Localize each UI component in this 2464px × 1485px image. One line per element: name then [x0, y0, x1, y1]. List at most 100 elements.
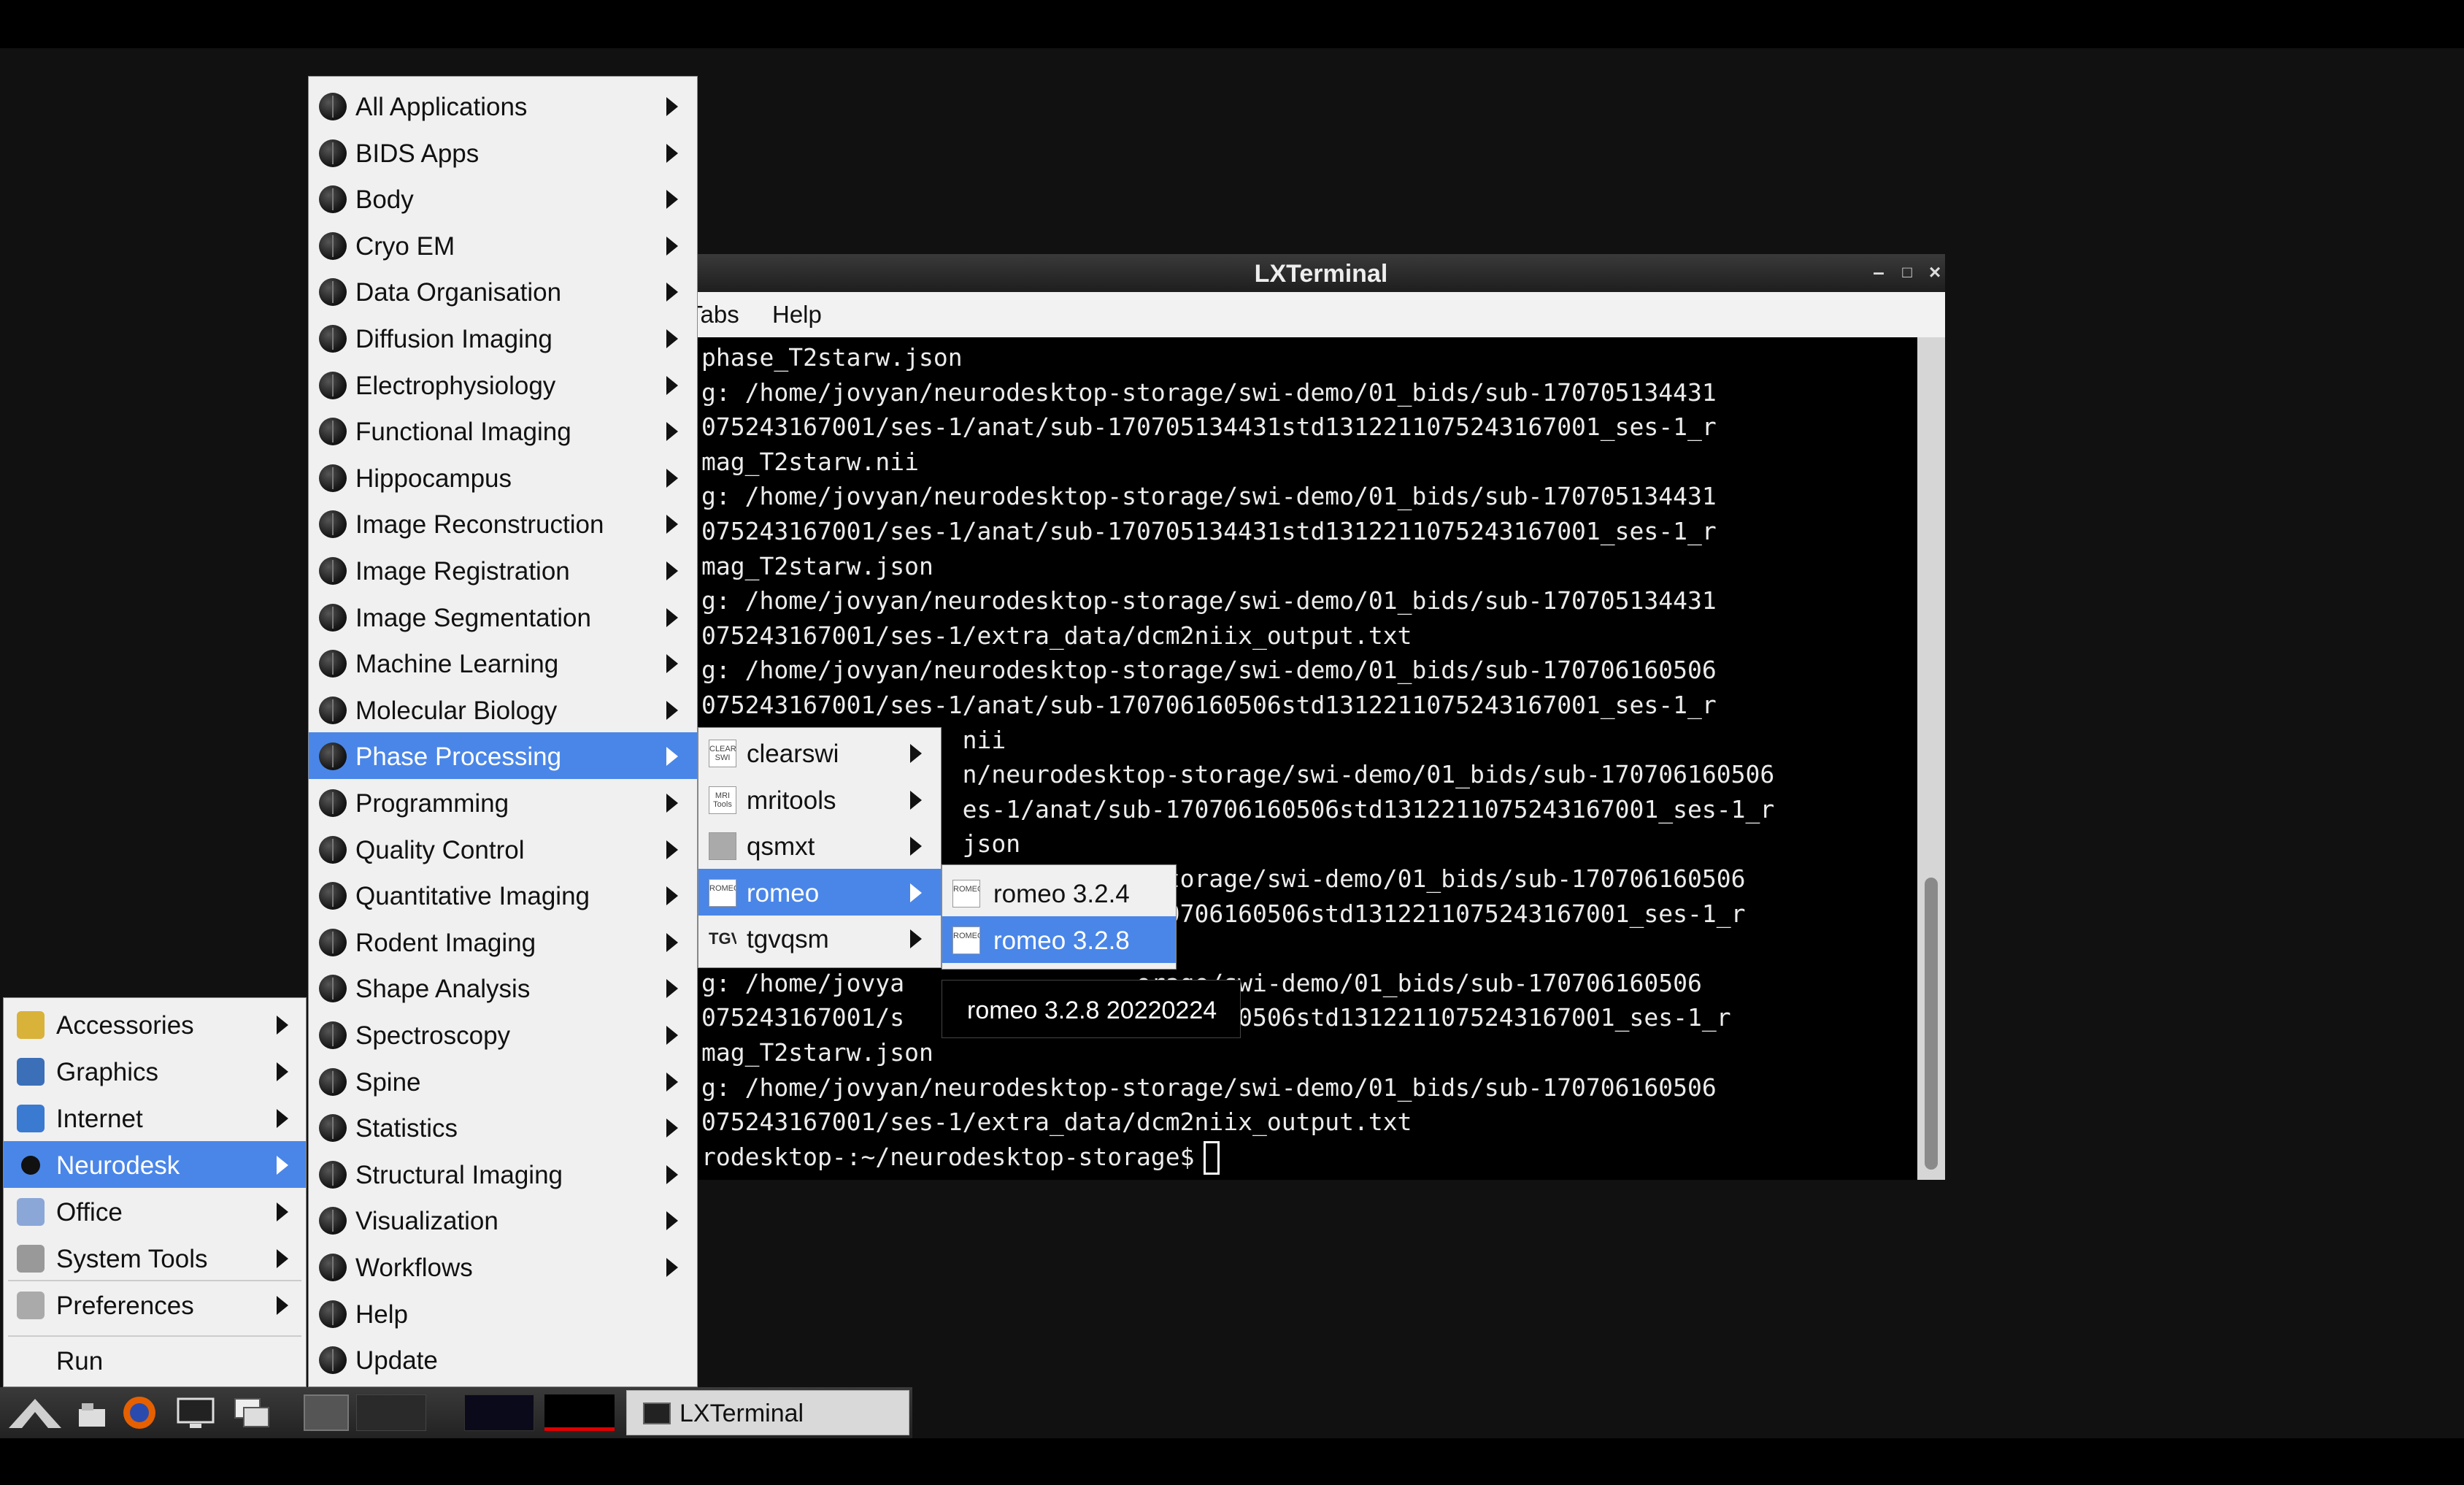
menu-item-label: Image Reconstruction: [355, 510, 604, 540]
brain-icon: [319, 185, 347, 214]
neurodesk-menu-item-spine[interactable]: Spine: [309, 1058, 697, 1105]
menu-item-label: Diffusion Imaging: [355, 325, 553, 353]
neurodesk-menu-item-rodent-imaging[interactable]: Rodent Imaging: [309, 918, 697, 965]
menu-item-label: All Applications: [355, 93, 528, 121]
neurodesk-menu-item-update[interactable]: Update: [309, 1336, 697, 1383]
maximize-icon[interactable]: □: [1896, 261, 1918, 283]
firefox-icon[interactable]: [121, 1394, 158, 1431]
chevron-right-icon: [666, 607, 678, 627]
neurodesk-menu-item-quality-control[interactable]: Quality Control: [309, 826, 697, 872]
app-menu-item-run[interactable]: Run: [4, 1337, 306, 1384]
brain-icon: [319, 603, 347, 632]
menu-launcher-icon[interactable]: [6, 1394, 64, 1431]
desktop-pager-1[interactable]: [304, 1394, 349, 1431]
phase-menu-item-tgvqsm[interactable]: TGV tgvqsm: [698, 915, 941, 962]
romeo-menu-item-romeo-3-2-8[interactable]: ROMEO romeo 3.2.8: [942, 916, 1176, 963]
neurodesk-menu-item-visualization[interactable]: Visualization: [309, 1197, 697, 1243]
menu-help[interactable]: Help: [772, 301, 822, 329]
phase-menu-item-qsmxt[interactable]: qsmxt: [698, 822, 941, 869]
neurodesk-menu-item-functional-imaging[interactable]: Functional Imaging: [309, 407, 697, 454]
neurodesk-menu-item-spectroscopy[interactable]: Spectroscopy: [309, 1011, 697, 1058]
neurodesk-menu-item-diffusion-imaging[interactable]: Diffusion Imaging: [309, 315, 697, 361]
neurodesk-menu-item-image-registration[interactable]: Image Registration: [309, 547, 697, 594]
brain-icon: [319, 1114, 347, 1143]
preferences-icon: [17, 1292, 45, 1319]
neurodesk-menu-item-shape-analysis[interactable]: Shape Analysis: [309, 964, 697, 1011]
desktop-pager-2[interactable]: [356, 1394, 426, 1431]
romeo-icon: ROMEO: [952, 880, 980, 908]
desktop-pager-3[interactable]: [464, 1394, 534, 1431]
neurodesk-menu-item-image-segmentation[interactable]: Image Segmentation: [309, 594, 697, 640]
chevron-right-icon: [666, 97, 678, 116]
menu-item-label: Body: [355, 185, 414, 215]
phase-menu-item-romeo[interactable]: ROMEO romeo: [698, 868, 941, 916]
menu-item-label: Phase Processing: [355, 742, 562, 772]
brain-icon: [319, 975, 347, 1003]
chevron-right-icon: [666, 700, 678, 720]
terminal-line: 075243167001/ses-1/extra_data/dcm2niix_o…: [701, 621, 1412, 650]
lxterminal-window[interactable]: LXTerminal – □ × Tabs Help phase_T2starw…: [688, 254, 1945, 1180]
neurodesk-menu-item-body[interactable]: Body: [309, 175, 697, 222]
menu-item-label: Office: [56, 1198, 123, 1227]
app-menu-item-accessories[interactable]: Accessories: [4, 1001, 306, 1048]
neurodesk-menu-item-quantitative-imaging[interactable]: Quantitative Imaging: [309, 872, 697, 918]
menu-item-label: clearswi: [747, 740, 839, 768]
terminal-cursor: [1203, 1141, 1220, 1175]
terminal-prompt: rodesktop-:~/neurodesktop-storage$: [701, 1140, 1220, 1175]
taskbar-task-label: LXTerminal: [679, 1400, 804, 1427]
app-menu-item-internet[interactable]: Internet: [4, 1094, 306, 1141]
neurodesk-menu-item-hippocampus[interactable]: Hippocampus: [309, 454, 697, 501]
window-titlebar[interactable]: LXTerminal – □ ×: [697, 254, 1945, 292]
phase-processing-submenu: CLEAR SWI clearswi MRI Tools mritools qsmxt R…: [698, 727, 942, 968]
taskbar: LXTerminal: [0, 1387, 912, 1438]
menu-item-label: Quantitative Imaging: [355, 882, 590, 911]
chevron-right-icon: [910, 837, 922, 856]
neurodesk-menu-item-all-applications[interactable]: All Applications: [309, 82, 697, 129]
file-manager-icon[interactable]: [76, 1394, 108, 1431]
minimize-icon[interactable]: –: [1868, 261, 1890, 283]
neurodesk-menu-item-workflows[interactable]: Workflows: [309, 1243, 697, 1290]
chevron-right-icon: [666, 561, 678, 580]
romeo-menu-item-romeo-3-2-4[interactable]: ROMEO romeo 3.2.4: [942, 870, 1176, 916]
app-menu-item-preferences[interactable]: Preferences: [4, 1281, 306, 1328]
neurodesk-menu-item-data-organisation[interactable]: Data Organisation: [309, 268, 697, 315]
romeo-icon: ROMEO: [709, 878, 736, 907]
neurodesk-menu-item-phase-processing[interactable]: Phase Processing: [309, 732, 697, 780]
app-menu-item-neurodesk[interactable]: Neurodesk: [4, 1141, 306, 1188]
chevron-right-icon: [277, 1109, 288, 1128]
menu-item-label: Image Segmentation: [355, 603, 591, 632]
neurodesk-menu-item-image-reconstruction[interactable]: Image Reconstruction: [309, 500, 697, 547]
scrollbar-thumb[interactable]: [1925, 878, 1938, 1170]
neurodesk-menu-item-cryo-em[interactable]: Cryo EM: [309, 222, 697, 269]
close-icon[interactable]: ×: [1924, 261, 1946, 283]
neurodesk-menu-item-electrophysiology[interactable]: Electrophysiology: [309, 361, 697, 408]
taskbar-lxterminal-button[interactable]: LXTerminal: [626, 1390, 909, 1435]
neurodesk-menu-item-molecular-biology[interactable]: Molecular Biology: [309, 686, 697, 733]
chevron-right-icon: [910, 744, 922, 763]
neurodesk-menu-item-machine-learning[interactable]: Machine Learning: [309, 640, 697, 686]
app-menu-item-office[interactable]: Office: [4, 1188, 306, 1235]
terminal-scrollbar[interactable]: [1917, 337, 1945, 1180]
neurodesk-menu-item-help[interactable]: Help: [309, 1290, 697, 1337]
app-menu-item-system-tools[interactable]: System Tools: [4, 1235, 306, 1281]
neurodesk-menu-item-bids-apps[interactable]: BIDS Apps: [309, 129, 697, 176]
brain-icon: [319, 1207, 347, 1235]
neurodesk-menu-item-programming[interactable]: Programming: [309, 779, 697, 826]
terminal-launcher-icon[interactable]: [175, 1394, 216, 1431]
menu-item-label: Visualization: [355, 1207, 498, 1236]
phase-menu-item-mritools[interactable]: MRI Tools mritools: [698, 776, 941, 823]
neurodesk-menu-item-statistics[interactable]: Statistics: [309, 1104, 697, 1151]
menu-item-label: Cryo EM: [355, 231, 455, 261]
terminal-line: 075243167001/ses-1/anat/sub-170706160506…: [701, 691, 1717, 719]
chevron-right-icon: [666, 1211, 678, 1231]
top-black-bar: [0, 0, 2464, 48]
desktop-pager-4[interactable]: [544, 1394, 615, 1431]
window-switcher-icon[interactable]: [232, 1394, 273, 1431]
brain-icon: [319, 1067, 347, 1096]
neurodesk-menu-item-structural-imaging[interactable]: Structural Imaging: [309, 1151, 697, 1197]
phase-menu-item-clearswi[interactable]: CLEAR SWI clearswi: [698, 729, 941, 776]
brain-icon: [319, 139, 347, 167]
brain-icon: [319, 789, 347, 817]
menu-item-label: Image Registration: [355, 557, 570, 586]
app-menu-item-graphics[interactable]: Graphics: [4, 1048, 306, 1094]
